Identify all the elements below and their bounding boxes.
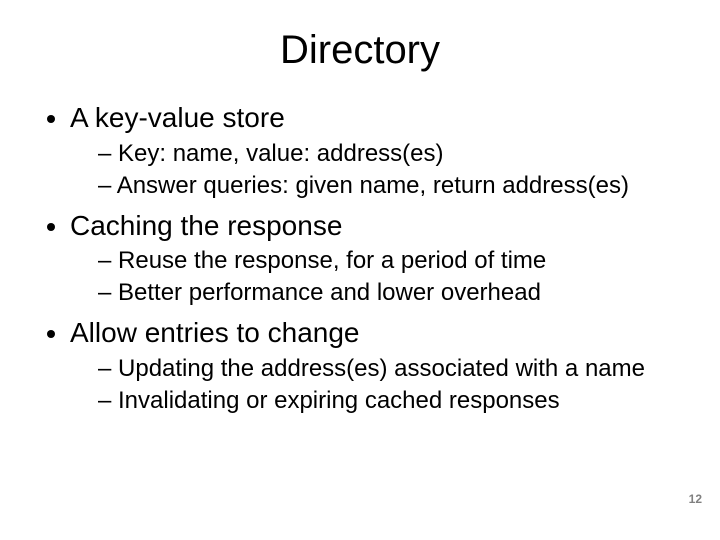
bullet-text: A key-value store — [70, 102, 285, 133]
bullet-list: A key-value store Key: name, value: addr… — [30, 101, 690, 416]
bullet-text: Caching the response — [70, 210, 342, 241]
sub-bullet-list: Updating the address(es) associated with… — [70, 354, 690, 416]
bullet-item: Caching the response Reuse the response,… — [70, 209, 690, 309]
slide-title: Directory — [30, 28, 690, 73]
slide: Directory A key-value store Key: name, v… — [0, 0, 720, 540]
sub-bullet-item: Answer queries: given name, return addre… — [98, 171, 690, 201]
sub-bullet-item: Key: name, value: address(es) — [98, 139, 690, 169]
sub-bullet-item: Reuse the response, for a period of time — [98, 246, 690, 276]
sub-bullet-item: Updating the address(es) associated with… — [98, 354, 690, 384]
sub-bullet-item: Better performance and lower overhead — [98, 278, 690, 308]
sub-bullet-list: Reuse the response, for a period of time… — [70, 246, 690, 308]
bullet-text: Allow entries to change — [70, 317, 360, 348]
sub-bullet-list: Key: name, value: address(es) Answer que… — [70, 139, 690, 201]
page-number: 12 — [689, 492, 702, 506]
bullet-item: A key-value store Key: name, value: addr… — [70, 101, 690, 201]
bullet-item: Allow entries to change Updating the add… — [70, 316, 690, 416]
sub-bullet-item: Invalidating or expiring cached response… — [98, 386, 690, 416]
